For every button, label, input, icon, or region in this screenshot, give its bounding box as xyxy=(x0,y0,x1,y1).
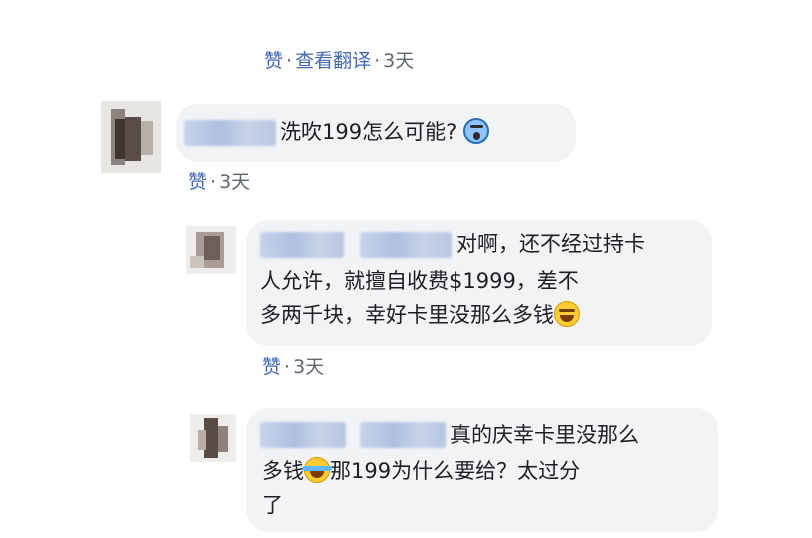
timestamp[interactable]: 3天 xyxy=(293,356,324,378)
commenter-name-blurred[interactable] xyxy=(360,232,452,258)
avatar[interactable] xyxy=(101,101,161,173)
comment-text: 多两千块，幸好卡里没那么多钱 xyxy=(260,300,580,331)
see-translation-link[interactable]: 查看翻译 xyxy=(295,50,371,72)
face-with-tears-of-joy-emoji-icon xyxy=(302,457,332,483)
like-link[interactable]: 赞 xyxy=(188,171,207,193)
comment-text-line: 对啊，还不经过持卡 xyxy=(456,232,645,256)
commenter-name-blurred[interactable] xyxy=(260,232,344,258)
separator: · xyxy=(286,50,293,72)
separator: · xyxy=(374,50,381,72)
avatar[interactable] xyxy=(190,414,236,462)
comment-text-line: 洗吹199怎么可能? xyxy=(280,120,458,144)
separator: · xyxy=(210,171,217,193)
timestamp[interactable]: 3天 xyxy=(219,171,250,193)
grinning-face-with-sweat-emoji-icon xyxy=(554,301,580,327)
comment-text-line: 多两千块，幸好卡里没那么多钱 xyxy=(260,303,554,327)
comment-text-line: 多钱 xyxy=(262,459,304,483)
like-link[interactable]: 赞 xyxy=(262,356,281,378)
comment-actions: 赞 · 3天 xyxy=(188,167,250,194)
comment-text: 洗吹199怎么可能? xyxy=(280,117,490,148)
comment-text-line: 那199为什么要给？太过分 xyxy=(330,459,581,483)
face-screaming-in-fear-emoji-icon xyxy=(463,118,490,144)
timestamp[interactable]: 3天 xyxy=(383,50,414,72)
previous-comment-actions: 赞 · 查看翻译 · 3天 xyxy=(264,46,414,73)
comment-text-line: 了 xyxy=(262,493,283,517)
commenter-name-blurred[interactable] xyxy=(260,422,346,448)
reply-bubble: 对啊，还不经过持卡 人允许，就擅自收费$1999，差不 多两千块，幸好卡里没那么… xyxy=(246,220,712,346)
comment-text-line: 人允许，就擅自收费$1999，差不 xyxy=(260,269,579,293)
comment-text: 多钱 那199为什么要给？太过分 xyxy=(262,456,580,487)
comment-text-line: 真的庆幸卡里没那么 xyxy=(450,423,639,447)
comment-bubble: 洗吹199怎么可能? xyxy=(176,104,576,162)
commenter-name-blurred[interactable] xyxy=(184,120,276,146)
reply-bubble: 真的庆幸卡里没那么 多钱 那199为什么要给？太过分 了 xyxy=(246,408,718,532)
commenter-name-blurred[interactable] xyxy=(360,422,446,448)
separator: · xyxy=(284,356,291,378)
like-link[interactable]: 赞 xyxy=(264,50,283,72)
reply-actions: 赞 · 3天 xyxy=(262,352,324,379)
avatar[interactable] xyxy=(186,226,236,274)
